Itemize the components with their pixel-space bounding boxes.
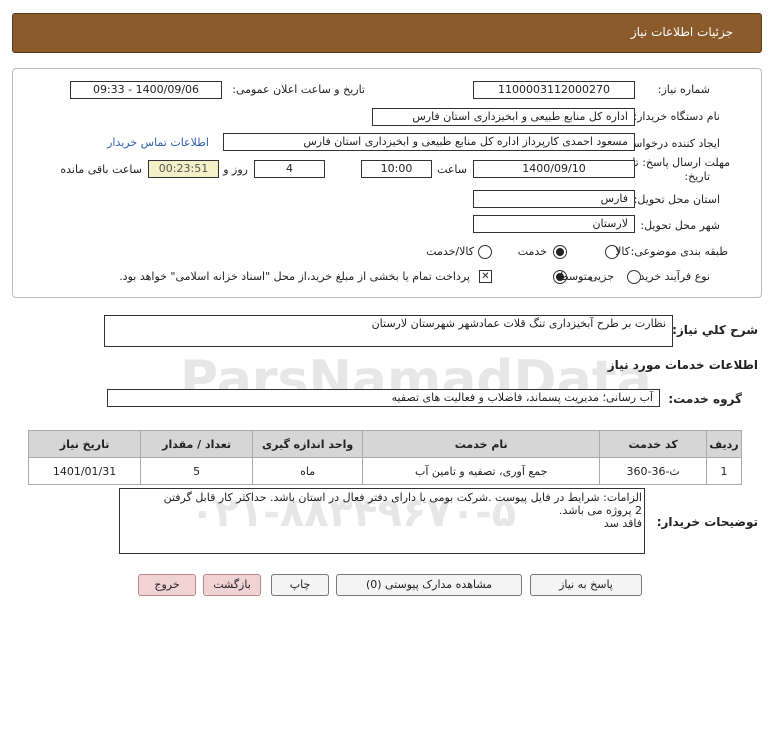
deadline-time-label: ساعت — [437, 163, 467, 176]
cell-unit: ماه — [252, 457, 364, 485]
deadline-time-field: 10:00 — [361, 160, 432, 178]
deadline-date-label: تاریخ: — [684, 170, 710, 183]
print-button[interactable]: چاپ — [271, 574, 329, 596]
buyer-org-field: اداره کل منابع طبیعی و ابخیزداری استان ف… — [372, 108, 635, 126]
summary-field: نظارت بر طرح آبخیزداری تنگ قلات عمادشهر … — [104, 315, 673, 347]
process-minor-radio[interactable] — [627, 270, 641, 284]
treasury-payment-checkbox[interactable]: ✕ — [479, 270, 492, 283]
col-unit: واحد اندازه گیری — [252, 430, 364, 458]
city-label: شهر محل تحویل: — [640, 219, 720, 232]
col-need-date: تاریخ نیاز — [27, 430, 142, 458]
category-goods-service-radio[interactable] — [478, 245, 492, 259]
province-field: فارس — [473, 190, 635, 208]
province-label: استان محل تحویل: — [633, 193, 720, 206]
view-attachments-button[interactable]: مشاهده مدارک پیوستی (0) — [336, 574, 522, 596]
table-header-row: ردیف کد خدمت نام خدمت واحد اندازه گیری ت… — [27, 430, 743, 458]
back-button[interactable]: بازگشت — [203, 574, 261, 596]
category-label: طبقه بندی موضوعی: — [630, 245, 728, 258]
announce-date-label: تاریخ و ساعت اعلان عمومی: — [232, 83, 365, 96]
cell-service-code: ث-36-360 — [599, 457, 707, 485]
buyer-notes-label: توضیحات خریدار: — [656, 515, 758, 529]
cell-quantity: 5 — [140, 457, 254, 485]
buyer-contact-link[interactable]: اطلاعات تماس خریدار — [107, 136, 209, 149]
cell-service-name: جمع آوری، تصفیه و تامین آب — [362, 457, 601, 485]
buyer-notes-line: فاقد سد — [603, 517, 642, 530]
page-header: جزئیات اطلاعات نیاز — [12, 13, 762, 53]
exit-button[interactable]: خروج — [138, 574, 196, 596]
buyer-notes-field: الزامات: شرایط در فایل پیوست .شرکت بومی … — [119, 488, 645, 554]
buyer-notes-line: الزامات: شرایط در فایل پیوست .شرکت بومی … — [163, 491, 642, 504]
category-service-label: خدمت — [517, 245, 547, 258]
requester-field: مسعود احمدی کارپرداز اداره کل منابع طبیع… — [223, 133, 635, 151]
time-remaining-field: 00:23:51 — [148, 160, 219, 178]
process-medium-label: متوسط — [558, 270, 593, 283]
process-type-label: نوع فرآیند خرید : — [632, 270, 710, 283]
table-row: 1 ث-36-360 جمع آوری، تصفیه و تامین آب ما… — [27, 457, 743, 485]
cell-need-date: 1401/01/31 — [27, 457, 142, 485]
buyer-notes-line: 2 پروژه می باشد. — [559, 504, 642, 517]
service-group-label: گروه خدمت: — [668, 392, 742, 406]
days-remaining-field: 4 — [254, 160, 325, 178]
summary-label: شرح کلي نياز: — [672, 323, 758, 337]
services-section-title: اطلاعات خدمات مورد نیاز — [607, 358, 758, 372]
days-label: روز و — [223, 163, 248, 176]
col-row: ردیف — [705, 430, 743, 458]
announce-date-field: 1400/09/06 - 09:33 — [70, 81, 222, 99]
need-details-panel — [12, 68, 762, 298]
col-service-name: نام خدمت — [362, 430, 601, 458]
treasury-payment-note: پرداخت تمام یا بخشی از مبلغ خرید،از محل … — [119, 270, 470, 283]
col-quantity: تعداد / مقدار — [140, 430, 254, 458]
cell-row: 1 — [705, 457, 743, 485]
service-group-field: آب رسانی؛ مدیریت پسماند، فاضلاب و فعالیت… — [107, 389, 660, 407]
category-service-radio[interactable] — [553, 245, 567, 259]
col-service-code: کد خدمت — [599, 430, 707, 458]
buyer-org-label: نام دستگاه خریدار: — [633, 110, 720, 123]
time-remaining-label: ساعت باقی مانده — [60, 163, 142, 176]
deadline-label: مهلت ارسال پاسخ: تا — [632, 156, 730, 169]
page-title: جزئیات اطلاعات نیاز — [630, 25, 733, 39]
services-table: ردیف کد خدمت نام خدمت واحد اندازه گیری ت… — [27, 430, 743, 485]
category-goods-service-label: کالا/خدمت — [426, 245, 474, 258]
category-goods-label: کالا — [615, 245, 630, 258]
reply-to-need-button[interactable]: پاسخ به نیاز — [530, 574, 642, 596]
need-number-field: 1100003112000270 — [473, 81, 635, 99]
city-field: لارستان — [473, 215, 635, 233]
deadline-date-field: 1400/09/10 — [473, 160, 635, 178]
need-number-label: شماره نیاز: — [657, 83, 710, 96]
